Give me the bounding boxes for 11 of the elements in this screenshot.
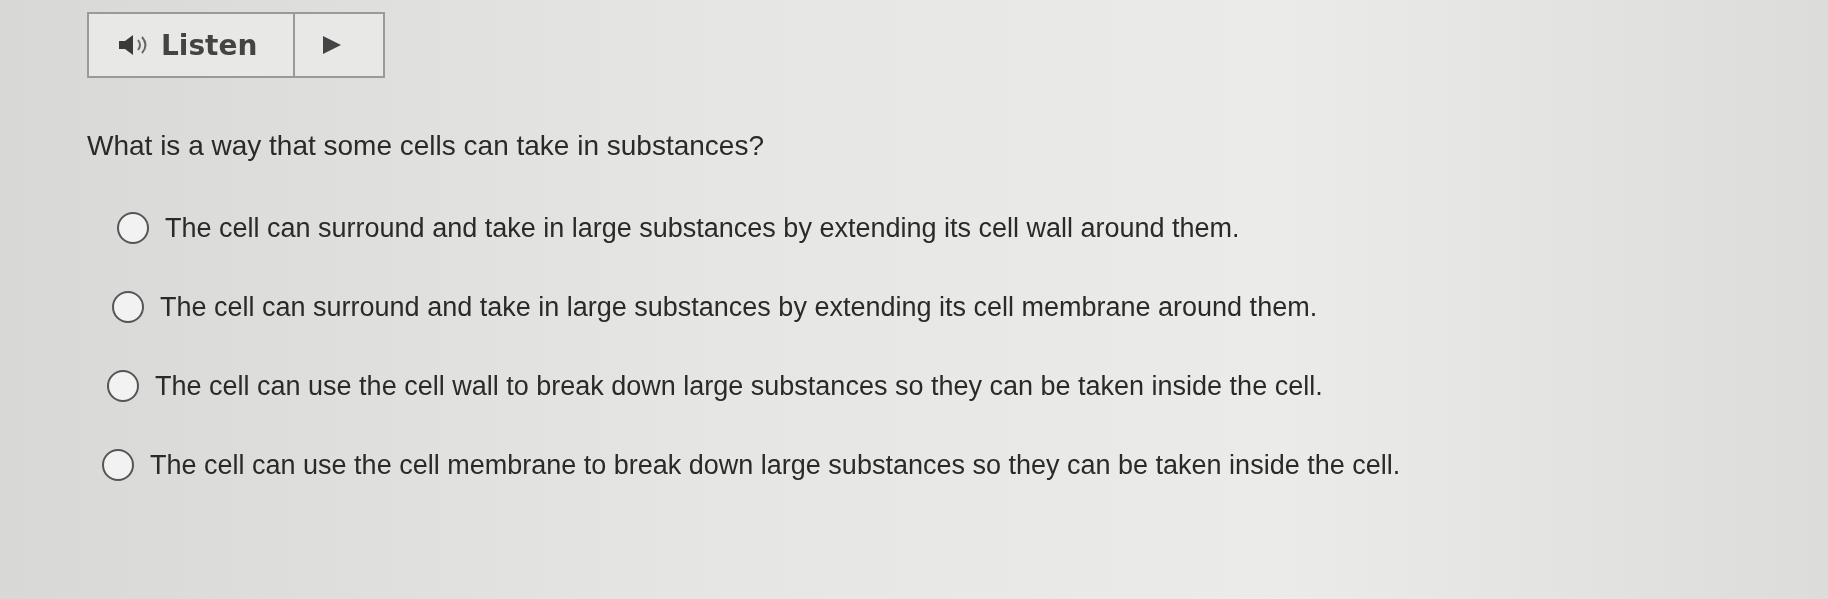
answer-option[interactable]: The cell can use the cell wall to break down large substances so they can be taken inside the cell.: [155, 370, 1323, 402]
radio-button[interactable]: [117, 212, 149, 244]
answer-option[interactable]: The cell can surround and take in large substances by extending its cell membrane around them.: [160, 291, 1318, 323]
answer-option[interactable]: The cell can surround and take in large substances by extending its cell wall around them.: [165, 212, 1240, 244]
radio-button[interactable]: [102, 449, 134, 481]
answer-option[interactable]: The cell can use the cell membrane to break down large substances so they can be taken inside the cell.: [150, 449, 1401, 481]
radio-button[interactable]: [107, 370, 139, 402]
radio-button[interactable]: [112, 291, 144, 323]
question-text: What is a way that some cells can take in substances?: [87, 130, 765, 162]
listen-button[interactable]: Listen: [89, 14, 295, 76]
play-icon: [321, 34, 343, 56]
